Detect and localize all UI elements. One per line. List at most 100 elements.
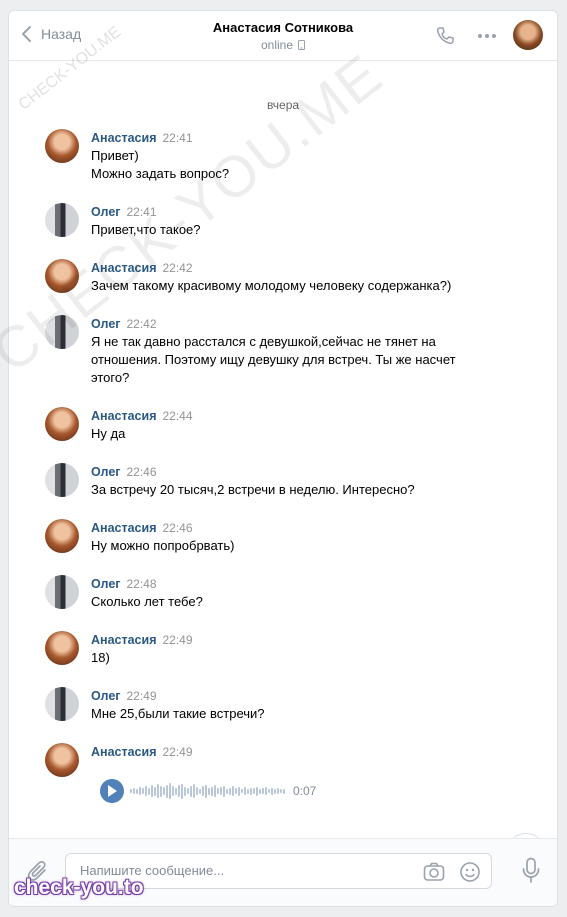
waveform-bar bbox=[169, 783, 171, 799]
message-author[interactable]: Анастасия bbox=[91, 745, 157, 759]
message-author[interactable]: Олег bbox=[91, 689, 121, 703]
waveform-bar bbox=[241, 789, 243, 793]
voice-waveform[interactable] bbox=[130, 779, 285, 803]
peer-avatar[interactable] bbox=[513, 20, 543, 50]
message-author[interactable]: Анастасия bbox=[91, 521, 157, 535]
message-time[interactable]: 22:44 bbox=[163, 409, 193, 423]
message: Анастасия 22:41 Привет) Можно задать вопр… bbox=[45, 129, 517, 183]
waveform-bar bbox=[244, 787, 246, 795]
avatar[interactable] bbox=[45, 463, 79, 497]
waveform-bar bbox=[214, 785, 216, 797]
waveform-bar bbox=[211, 786, 213, 796]
waveform-bar bbox=[280, 789, 282, 793]
waveform-bar bbox=[187, 788, 189, 794]
play-button[interactable] bbox=[100, 779, 124, 803]
waveform-bar bbox=[193, 784, 195, 798]
waveform-bar bbox=[274, 788, 276, 794]
message-time[interactable]: 22:49 bbox=[163, 745, 193, 759]
waveform-bar bbox=[136, 788, 138, 794]
avatar[interactable] bbox=[45, 259, 79, 293]
waveform-bar bbox=[151, 785, 153, 797]
message-time[interactable]: 22:41 bbox=[163, 131, 193, 145]
message: Олег 22:46 За встречу 20 тысяч,2 встречи … bbox=[45, 463, 517, 499]
waveform-bar bbox=[265, 787, 267, 795]
avatar[interactable] bbox=[45, 687, 79, 721]
message-time[interactable]: 22:46 bbox=[163, 521, 193, 535]
message-input-box bbox=[65, 853, 492, 889]
message-time[interactable]: 22:41 bbox=[127, 205, 157, 219]
message-author[interactable]: Анастасия bbox=[91, 633, 157, 647]
avatar[interactable] bbox=[45, 575, 79, 609]
waveform-bar bbox=[277, 788, 279, 794]
message-composer bbox=[9, 838, 557, 906]
waveform-bar bbox=[238, 786, 240, 796]
waveform-bar bbox=[145, 786, 147, 796]
message-text: Привет) Можно задать вопрос? bbox=[91, 148, 230, 181]
message-text: Ну да bbox=[91, 426, 126, 441]
waveform-bar bbox=[184, 786, 186, 796]
message-time[interactable]: 22:48 bbox=[127, 577, 157, 591]
waveform-bar bbox=[268, 789, 270, 793]
avatar[interactable] bbox=[45, 519, 79, 553]
message-text: 18) bbox=[91, 650, 110, 665]
avatar[interactable] bbox=[45, 631, 79, 665]
message-text: Ну можно попробрвать) bbox=[91, 538, 235, 553]
phone-icon[interactable] bbox=[435, 26, 455, 46]
waveform-bar bbox=[208, 787, 210, 795]
message: Анастасия 22:49 bbox=[45, 743, 517, 777]
waveform-bar bbox=[229, 787, 231, 795]
message-time[interactable]: 22:49 bbox=[163, 633, 193, 647]
message-text: Привет,что такое? bbox=[91, 222, 201, 237]
waveform-bar bbox=[178, 785, 180, 797]
message-author[interactable]: Анастасия bbox=[91, 261, 157, 275]
more-icon[interactable] bbox=[477, 26, 497, 46]
waveform-bar bbox=[235, 788, 237, 794]
voice-duration: 0:07 bbox=[293, 784, 317, 798]
avatar[interactable] bbox=[45, 407, 79, 441]
voice-message: 0:07 bbox=[100, 779, 316, 803]
waveform-bar bbox=[166, 784, 168, 798]
camera-icon[interactable] bbox=[423, 861, 445, 883]
message-history: вчера Анастасия 22:41 Привет) Можно задат… bbox=[9, 61, 557, 839]
message-text: Я не так давно расстался с девушкой,сейч… bbox=[91, 334, 456, 385]
waveform-bar bbox=[262, 788, 264, 794]
waveform-bar bbox=[202, 786, 204, 796]
message-time[interactable]: 22:42 bbox=[127, 317, 157, 331]
day-separator: вчера bbox=[266, 98, 300, 112]
waveform-bar bbox=[154, 786, 156, 796]
message-text: За встречу 20 тысяч,2 встречи в неделю. … bbox=[91, 482, 415, 497]
waveform-bar bbox=[157, 784, 159, 798]
waveform-bar bbox=[196, 787, 198, 795]
waveform-bar bbox=[205, 784, 207, 798]
message-time[interactable]: 22:49 bbox=[127, 689, 157, 703]
message-time[interactable]: 22:42 bbox=[163, 261, 193, 275]
message: Олег 22:48 Сколько лет тебе? bbox=[45, 575, 517, 611]
waveform-bar bbox=[232, 786, 234, 796]
message-time[interactable]: 22:46 bbox=[127, 465, 157, 479]
waveform-bar bbox=[271, 787, 273, 795]
message-author[interactable]: Олег bbox=[91, 205, 121, 219]
message-author[interactable]: Олег bbox=[91, 577, 121, 591]
waveform-bar bbox=[253, 788, 255, 794]
waveform-bar bbox=[217, 788, 219, 794]
message: Анастасия 22:49 18) bbox=[45, 631, 517, 667]
waveform-bar bbox=[283, 788, 285, 794]
paperclip-icon[interactable] bbox=[27, 859, 49, 883]
peer-status-label: online bbox=[260, 38, 294, 52]
message-author[interactable]: Анастасия bbox=[91, 409, 157, 423]
avatar[interactable] bbox=[45, 129, 79, 163]
waveform-bar bbox=[226, 788, 228, 794]
message-author[interactable]: Олег bbox=[91, 317, 121, 331]
message-author[interactable]: Олег bbox=[91, 465, 121, 479]
waveform-bar bbox=[142, 788, 144, 794]
avatar[interactable] bbox=[45, 315, 79, 349]
smile-icon[interactable] bbox=[459, 861, 481, 883]
waveform-bar bbox=[223, 785, 225, 797]
waveform-bar bbox=[256, 786, 258, 796]
avatar[interactable] bbox=[45, 203, 79, 237]
message-author[interactable]: Анастасия bbox=[91, 131, 157, 145]
avatar[interactable] bbox=[45, 743, 79, 777]
message: Олег 22:49 Мне 25,были такие встречи? bbox=[45, 687, 517, 723]
microphone-icon[interactable] bbox=[521, 857, 541, 885]
message-input[interactable] bbox=[80, 863, 420, 878]
